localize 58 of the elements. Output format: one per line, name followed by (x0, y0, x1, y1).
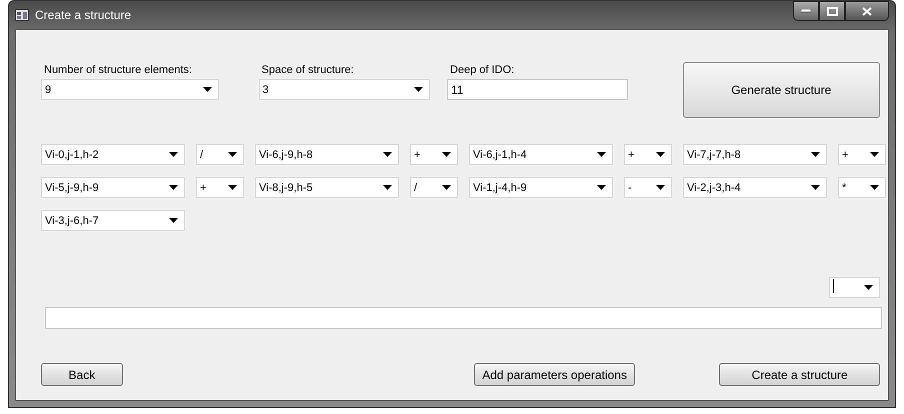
dropdown[interactable]: * (838, 177, 886, 198)
dropdown[interactable]: + (624, 144, 672, 165)
dropdown[interactable]: Vi-2,j-3,h-4 (683, 177, 827, 198)
dropdown[interactable]: + (196, 177, 244, 198)
caret-icon (811, 152, 820, 157)
dropdown[interactable]: 3 (258, 79, 430, 100)
caret-icon (597, 185, 606, 190)
minimize-icon (801, 9, 811, 13)
dropdown[interactable]: / (410, 177, 458, 198)
close-button[interactable] (845, 1, 889, 21)
caret-icon (202, 87, 212, 92)
dropdown[interactable]: Vi-5,j-9,h-9 (41, 177, 185, 198)
caret-icon (414, 87, 424, 92)
text-cursor (833, 279, 834, 293)
dropdown[interactable]: + (838, 144, 886, 165)
button[interactable]: Create a structure (719, 363, 880, 386)
input-field[interactable]: 11 (447, 79, 628, 100)
caret-icon (864, 285, 873, 290)
caret-icon (656, 185, 665, 190)
caret-icon (656, 152, 665, 157)
field-label: Space of structure: (260, 64, 355, 76)
caret-icon (442, 185, 451, 190)
dropdown[interactable]: + (410, 144, 458, 165)
maximize-icon (826, 6, 838, 16)
dropdown[interactable]: Vi-3,j-6,h-7 (41, 210, 185, 231)
dropdown[interactable]: / (196, 144, 244, 165)
app-icon (15, 9, 29, 21)
caret-icon (870, 185, 879, 190)
caret-icon (442, 152, 451, 157)
caret-icon (169, 218, 178, 223)
field-label: Number of structure elements: (43, 64, 193, 76)
button[interactable]: Add parameters operations (474, 363, 636, 386)
dropdown[interactable]: Vi-0,j-1,h-2 (41, 144, 185, 165)
dropdown[interactable]: Vi-6,j-9,h-8 (255, 144, 399, 165)
close-icon (862, 6, 872, 16)
dropdown[interactable]: Vi-1,j-4,h-9 (469, 177, 613, 198)
caret-icon (383, 152, 392, 157)
caret-icon (383, 185, 392, 190)
button[interactable]: Back (41, 363, 123, 386)
caret-icon (228, 185, 237, 190)
generate-button[interactable]: Generate structure (682, 62, 880, 118)
caret-icon (228, 152, 237, 157)
input-field[interactable] (45, 307, 882, 329)
caret-icon (811, 185, 820, 190)
caret-icon (169, 185, 178, 190)
dropdown[interactable]: Vi-7,j-7,h-8 (683, 144, 827, 165)
caret-icon (870, 152, 879, 157)
dropdown[interactable]: Vi-8,j-9,h-5 (255, 177, 399, 198)
dropdown[interactable]: - (624, 177, 672, 198)
dropdown[interactable]: 9 (41, 79, 218, 100)
minimize-button[interactable] (793, 1, 819, 21)
dropdown[interactable] (829, 277, 880, 298)
caret-icon (169, 152, 178, 157)
dropdown[interactable]: Vi-6,j-1,h-4 (469, 144, 613, 165)
window-title: Create a structure (35, 8, 132, 22)
caret-icon (597, 152, 606, 157)
field-label: Deep of IDO: (449, 64, 516, 76)
maximize-button[interactable] (819, 1, 845, 21)
